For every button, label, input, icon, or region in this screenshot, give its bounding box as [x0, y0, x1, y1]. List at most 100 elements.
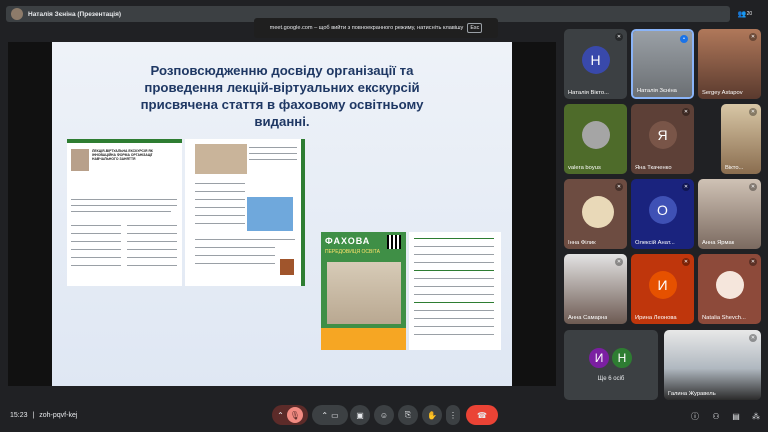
participant-video: [664, 330, 761, 400]
text-line: [127, 249, 177, 251]
leave-call-button[interactable]: ☎: [466, 405, 498, 425]
participant-name: Ирина Леонова: [635, 315, 677, 321]
emoji-button[interactable]: ☺: [374, 405, 394, 425]
captions-icon: ▣: [356, 410, 364, 420]
mic-toggle-button[interactable]: ⌃ 🎙: [272, 405, 308, 425]
avatar: Я: [648, 121, 677, 149]
participant-name: Natalia Shevch...: [702, 315, 746, 321]
text-line: [195, 223, 245, 225]
avatar: [581, 196, 614, 228]
participant-name: Анна Самарна: [568, 315, 608, 321]
text-line: [127, 225, 177, 227]
participants-count-badge[interactable]: 👥 20: [736, 6, 754, 22]
chevron-up-icon: ⌃: [321, 410, 329, 420]
participant-tile[interactable]: Я ✕ Яна Ткаченко: [631, 104, 694, 174]
participant-tile[interactable]: ✕ Інна Філик: [564, 179, 627, 249]
magazine-subtitle: ПЕРЕДОВИЦЯ ОСВІТА: [325, 249, 380, 255]
emoji-icon: ☺: [379, 410, 389, 420]
cover-band: [321, 328, 406, 350]
participant-tile[interactable]: О ✕ Олексій Анат...: [631, 179, 694, 249]
info-button[interactable]: ⓘ: [689, 410, 701, 422]
mic-muted-icon: ✕: [682, 183, 690, 191]
text-line: [71, 211, 171, 213]
hint-text: meet.google.com – щоб вийти з повноекран…: [269, 25, 464, 31]
text-line: [71, 265, 121, 267]
mic-muted-icon: ✕: [615, 258, 623, 266]
activities-icon: ⁂: [752, 411, 760, 421]
chat-button[interactable]: ▤: [730, 410, 742, 422]
activities-button[interactable]: ⁂: [750, 410, 762, 422]
group-photo: [327, 262, 401, 324]
participant-name: Інна Філик: [568, 240, 596, 246]
speaking-icon: •: [680, 35, 688, 43]
text-line: [249, 147, 297, 149]
text-line: [71, 249, 121, 251]
text-line: [71, 233, 121, 235]
text-line: [414, 246, 494, 248]
fullscreen-hint: meet.google.com – щоб вийти з повноекран…: [254, 18, 498, 38]
more-options-button[interactable]: ⋮: [446, 405, 460, 425]
participant-tile[interactable]: ✕ Галина Журавель: [664, 330, 761, 400]
participant-name: Анна Ярмак: [702, 240, 735, 246]
presenter-avatar: [11, 8, 23, 20]
text-line: [414, 310, 494, 312]
participant-tile[interactable]: • Наталія Зєніна: [631, 29, 694, 99]
participant-tile[interactable]: ✕ Вікто...: [721, 104, 761, 174]
mic-muted-icon: ✕: [749, 183, 757, 191]
participant-tile[interactable]: Н ✕ Наталія Вікто...: [564, 29, 627, 99]
text-line: [71, 225, 121, 227]
more-vert-icon: ⋮: [449, 410, 457, 420]
participant-tile[interactable]: valera boyus: [564, 104, 627, 174]
text-line: [414, 270, 494, 272]
participant-tile[interactable]: ✕ Анна Самарна: [564, 254, 627, 324]
presenter-title: Наталія Зєніна (Презентація): [28, 10, 122, 18]
table-of-contents-page: [409, 232, 501, 350]
people-button[interactable]: ⚇: [710, 410, 722, 422]
text-line: [414, 286, 494, 288]
author-photo: [71, 149, 89, 171]
text-line: [414, 318, 494, 320]
text-line: [195, 255, 275, 257]
avatar: Н: [581, 46, 610, 74]
green-bar: [301, 139, 305, 286]
text-line: [414, 326, 494, 328]
participant-name: valera boyus: [568, 165, 601, 171]
slide-title-line: проведення лекцій-віртуальних екскурсій: [144, 80, 420, 95]
text-line: [127, 265, 177, 267]
text-line: [414, 254, 494, 256]
participant-tile[interactable]: ✕ Sergey Astapov: [698, 29, 761, 99]
mic-muted-icon: ✕: [615, 33, 623, 41]
text-line: [127, 257, 177, 259]
captions-button[interactable]: ▣: [350, 405, 370, 425]
more-participants-tile[interactable]: И Н Ще 6 осіб: [564, 330, 658, 400]
participant-tile[interactable]: И ✕ Ирина Леонова: [631, 254, 694, 324]
slide-title-line: присвячена стаття в фаховому освітньому: [140, 97, 424, 112]
participant-name: Галина Журавель: [668, 391, 716, 397]
text-line: [414, 238, 494, 240]
text-line: [195, 207, 245, 209]
text-line: [71, 205, 177, 207]
text-line: [127, 241, 177, 243]
mic-muted-icon: ✕: [749, 33, 757, 41]
text-line: [195, 183, 245, 185]
present-button[interactable]: ⎘: [398, 405, 418, 425]
mic-muted-icon: ✕: [749, 334, 757, 342]
more-participants-label: Ще 6 осіб: [597, 376, 625, 382]
raise-hand-button[interactable]: ✋: [422, 405, 442, 425]
mic-muted-icon: ✕: [749, 258, 757, 266]
article-image: [280, 259, 294, 275]
green-bar: [67, 139, 182, 143]
slide-title: Розповсюдженню досвіду організації та пр…: [82, 62, 482, 130]
participant-tile[interactable]: ✕ Natalia Shevch...: [698, 254, 761, 324]
participant-tile[interactable]: ✕ Анна Ярмак: [698, 179, 761, 249]
mic-muted-icon: ✕: [682, 108, 690, 116]
avatar: [581, 121, 610, 149]
article-photo: [195, 144, 247, 174]
article-heading: ЛЕКЦІЯ-ВІРТУАЛЬНА ЕКСКУРСІЯ ЯК ІННОВАЦІЙ…: [92, 149, 153, 162]
mic-muted-icon: ✕: [682, 258, 690, 266]
article-page-2: [185, 139, 305, 286]
text-line: [195, 263, 275, 265]
text-line: [195, 239, 295, 241]
people-icon: 👥: [737, 11, 747, 18]
camera-toggle-button[interactable]: ⌃ ▭: [312, 405, 348, 425]
